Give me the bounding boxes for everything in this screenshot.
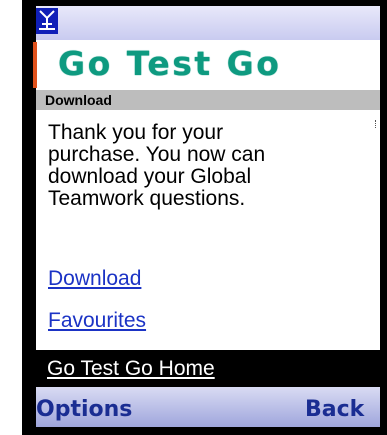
back-softkey[interactable]: Back [305, 397, 364, 422]
download-link[interactable]: Download [48, 267, 141, 291]
options-softkey[interactable]: Options [36, 397, 132, 422]
app-logo: Go Test Go [58, 44, 282, 83]
device-bezel-right [380, 0, 387, 435]
logo-accent-bar [33, 42, 37, 88]
antenna-signal-icon [36, 8, 58, 34]
favourites-link[interactable]: Favourites [48, 309, 146, 333]
device-bezel-bottom [36, 427, 380, 435]
scroll-indicator [375, 120, 378, 128]
phone-screen: Go Test Go Download Thank you for your p… [0, 0, 387, 435]
purchase-message: Thank you for your purchase. You now can… [48, 121, 266, 210]
screen-title: Download [45, 92, 112, 108]
home-link[interactable]: Go Test Go Home [47, 357, 215, 381]
status-bar [36, 6, 380, 40]
